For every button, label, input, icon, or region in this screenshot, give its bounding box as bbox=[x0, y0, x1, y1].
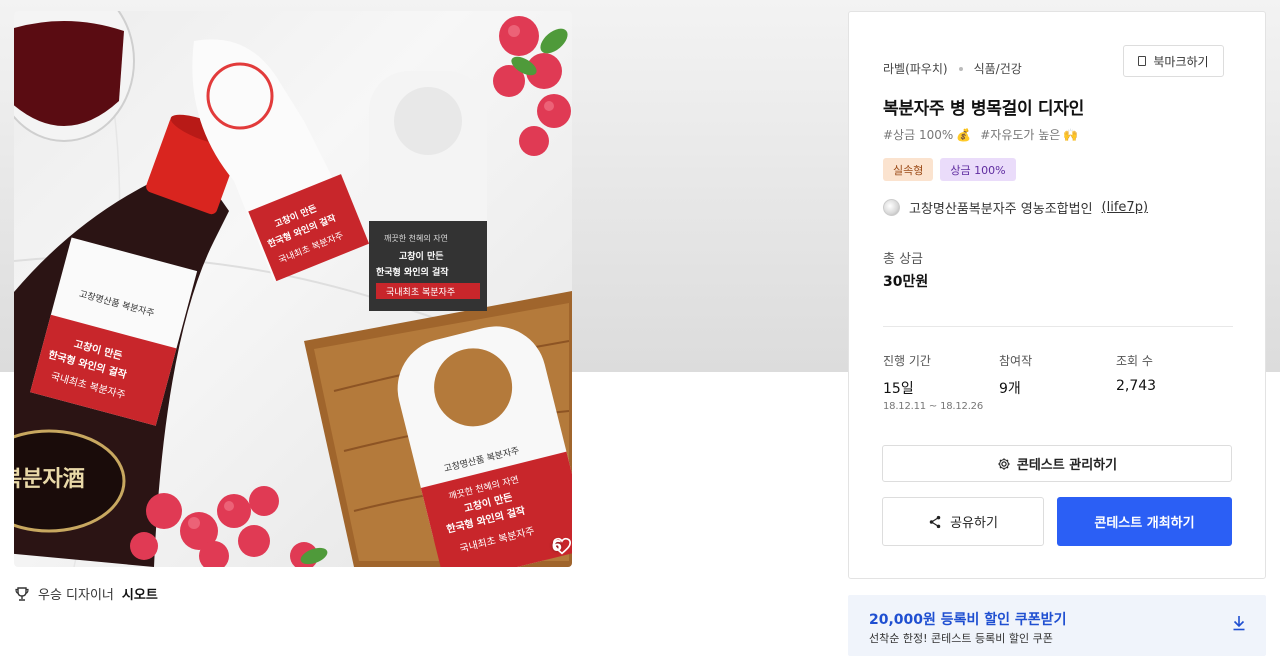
share-label: 공유하기 bbox=[950, 516, 998, 531]
coupon-subtitle: 선착순 한정! 콘테스트 등록비 할인 쿠폰 bbox=[869, 632, 1053, 645]
contest-title: 복분자주 병 병목걸이 디자인 bbox=[883, 99, 1084, 119]
hashtag-item[interactable]: #자유도가 높은 🙌 bbox=[980, 126, 1078, 143]
gear-icon bbox=[998, 457, 1010, 470]
tag-line-3a: 깨끗한 천혜의 자연 bbox=[384, 233, 448, 243]
category-main[interactable]: 라벨(파우치) bbox=[883, 60, 948, 77]
organizer: 고창명산품복분자주 영농조합법인 (life7p) bbox=[883, 198, 1148, 217]
manage-contest-label: 콘테스트 관리하기 bbox=[1016, 458, 1118, 473]
category-separator bbox=[958, 66, 963, 71]
divider bbox=[883, 326, 1233, 327]
raised-hands-icon: 🙌 bbox=[1063, 127, 1079, 142]
views-label: 조회 수 bbox=[1116, 354, 1153, 368]
badge-value-type: 실속형 bbox=[883, 158, 934, 181]
trophy-icon bbox=[15, 586, 29, 601]
hashtag-text: #상금 100% bbox=[883, 128, 954, 142]
badge-prize-full: 상금 100% bbox=[940, 158, 1016, 181]
tag-line-3b: 고창이 만든 bbox=[399, 250, 444, 262]
views-value: 2,743 bbox=[1116, 378, 1157, 394]
tag-slogan-3: 국내최초 복분자주 bbox=[386, 287, 455, 298]
period-label: 진행 기간 bbox=[883, 354, 931, 368]
entries-label: 참여작 bbox=[999, 354, 1033, 368]
heart-outline-icon[interactable] bbox=[552, 537, 572, 555]
share-button[interactable]: 공유하기 bbox=[882, 497, 1044, 546]
period-dates: 18.12.11 ~ 18.12.26 bbox=[883, 401, 983, 412]
download-icon[interactable] bbox=[1232, 615, 1246, 631]
entries-value: 9개 bbox=[999, 381, 1021, 397]
organizer-name: 고창명산품복분자주 영농조합법인 bbox=[909, 202, 1093, 217]
coupon-banner[interactable]: 20,000원 등록비 할인 쿠폰받기 선착순 한정! 콘테스트 등록비 할인 … bbox=[848, 595, 1266, 656]
category-breadcrumb: 라벨(파우치) 식품/건강 bbox=[883, 60, 1022, 77]
period-value: 15일 bbox=[883, 381, 914, 397]
host-contest-button[interactable]: 콘테스트 개최하기 bbox=[1057, 497, 1232, 546]
bottle-label-text: 복분자酒 bbox=[14, 467, 85, 492]
prize-label: 총 상금 bbox=[883, 252, 924, 267]
coupon-title: 20,000원 등록비 할인 쿠폰받기 bbox=[869, 612, 1067, 628]
contest-main-image[interactable]: 복분자酒 고창명산품 복분자주 고창이 만든 한국형 와인의 걸작 국내최초 복… bbox=[14, 11, 572, 567]
organizer-id-link[interactable]: (life7p) bbox=[1102, 200, 1148, 215]
hashtag-list: #상금 100% 💰 #자유도가 높은 🙌 bbox=[883, 126, 1078, 143]
contest-info-card: 라벨(파우치) 식품/건강 북마크하기 복분자주 병 병목걸이 디자인 #상금 … bbox=[848, 11, 1266, 579]
hashtag-item[interactable]: #상금 100% 💰 bbox=[883, 126, 971, 143]
badge-list: 실속형 상금 100% bbox=[883, 158, 1016, 181]
organizer-avatar bbox=[883, 199, 900, 216]
prize-value: 30만원 bbox=[883, 274, 929, 290]
winner-name[interactable]: 시오트 bbox=[122, 584, 158, 603]
hashtag-text: #자유도가 높은 bbox=[980, 128, 1061, 142]
bookmark-button[interactable]: 북마크하기 bbox=[1123, 45, 1224, 77]
share-icon bbox=[929, 515, 941, 528]
like-counter[interactable]: 6 bbox=[552, 537, 571, 555]
winner-prefix: 우승 디자이너 bbox=[38, 588, 114, 603]
moneybag-icon: 💰 bbox=[956, 127, 972, 142]
winner-designer: 우승 디자이너 시오트 bbox=[14, 584, 158, 603]
tag-line-3c: 한국형 와인의 걸작 bbox=[376, 266, 449, 278]
host-contest-label: 콘테스트 개최하기 bbox=[1094, 516, 1195, 531]
bookmark-icon bbox=[1138, 56, 1147, 66]
category-sub[interactable]: 식품/건강 bbox=[974, 60, 1022, 77]
manage-contest-button[interactable]: 콘테스트 관리하기 bbox=[882, 445, 1232, 482]
bookmark-label: 북마크하기 bbox=[1153, 54, 1209, 69]
